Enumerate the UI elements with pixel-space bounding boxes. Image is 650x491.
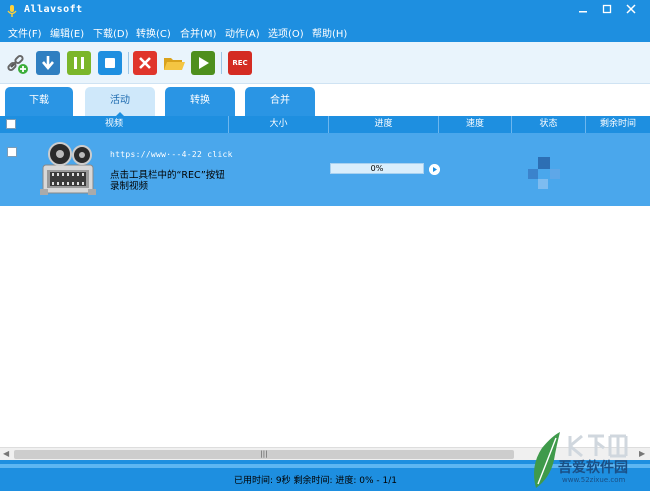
maximize-button[interactable] xyxy=(596,2,618,20)
menu-options[interactable]: 选项(O) xyxy=(268,25,304,40)
watermark-brand: 吾爱软件园 xyxy=(558,460,628,476)
row-checkbox[interactable] xyxy=(7,147,17,157)
menu-edit[interactable]: 编辑(E) xyxy=(50,25,84,40)
column-header: 视频 大小 进度 速度 状态 剩余时间 xyxy=(0,116,650,133)
play-icon xyxy=(199,57,209,69)
progress-bar: 0% xyxy=(330,163,424,174)
col-video[interactable]: 视频 xyxy=(0,116,229,133)
col-size[interactable]: 大小 xyxy=(229,116,329,133)
download-button[interactable] xyxy=(36,51,60,75)
watermark-download-text xyxy=(568,434,628,458)
col-remaining-time[interactable]: 剩余时间 xyxy=(586,116,650,133)
app-icon xyxy=(7,5,17,17)
add-link-button[interactable] xyxy=(6,51,30,75)
menu-file[interactable]: 文件(F) xyxy=(8,25,42,40)
tab-active[interactable]: 活动 xyxy=(85,87,155,117)
stop-button[interactable] xyxy=(98,51,122,75)
close-icon xyxy=(626,4,636,14)
record-hint: 点击工具栏中的“REC”按钮 录制视频 xyxy=(110,170,240,192)
play-button[interactable] xyxy=(191,51,215,75)
watermark-url: www.52zixue.com xyxy=(562,476,626,484)
toolbar-separator xyxy=(221,52,222,74)
col-status[interactable]: 状态 xyxy=(512,116,586,133)
pause-button[interactable] xyxy=(67,51,91,75)
video-recorder-icon xyxy=(40,142,96,195)
toolbar: REC xyxy=(0,42,650,84)
record-button[interactable]: REC xyxy=(228,51,252,75)
menu-download[interactable]: 下载(D) xyxy=(93,25,129,40)
maximize-icon xyxy=(602,4,612,14)
resume-play-icon[interactable] xyxy=(429,164,440,175)
delete-button[interactable] xyxy=(133,51,157,75)
tab-convert[interactable]: 转换 xyxy=(165,87,235,117)
toolbar-separator xyxy=(128,52,129,74)
table-row[interactable]: https://www·--4-22 click 点击工具栏中的“REC”按钮 … xyxy=(0,133,650,206)
rec-label: REC xyxy=(232,59,248,67)
link-add-icon xyxy=(7,54,28,74)
window-title: Allavsoft xyxy=(24,4,83,15)
tab-download[interactable]: 下载 xyxy=(5,87,73,117)
tab-strip: 下载 活动 转换 合并 xyxy=(0,84,650,117)
pause-icon xyxy=(74,57,84,69)
menu-bar: 文件(F) 编辑(E) 下载(D) 转换(C) 合并(M) 动作(A) 选项(O… xyxy=(0,22,650,42)
minimize-icon xyxy=(579,11,587,13)
progress-label: 0% xyxy=(370,164,384,173)
tab-merge[interactable]: 合并 xyxy=(245,87,315,117)
record-hint-line1: 点击工具栏中的“REC”按钮 xyxy=(110,170,225,181)
stop-icon xyxy=(105,58,115,68)
menu-convert[interactable]: 转换(C) xyxy=(136,25,171,40)
watermark: 吾爱软件园 www.52zixue.com xyxy=(528,430,650,491)
download-icon xyxy=(42,56,54,71)
menu-help[interactable]: 帮助(H) xyxy=(312,25,347,40)
open-folder-button[interactable] xyxy=(162,51,186,75)
status-loading-icon xyxy=(528,157,560,189)
folder-icon xyxy=(164,58,185,70)
close-button[interactable] xyxy=(620,2,642,20)
status-text: 已用时间: 9秒 剩余时间: 进度: 0% - 1/1 xyxy=(234,476,397,486)
title-bar: Allavsoft xyxy=(0,0,650,22)
menu-merge[interactable]: 合并(M) xyxy=(180,25,216,40)
col-speed[interactable]: 速度 xyxy=(439,116,512,133)
scrollbar-thumb[interactable]: ||| xyxy=(14,450,514,459)
record-hint-line2: 录制视频 xyxy=(110,181,149,192)
scrollbar-grip: ||| xyxy=(260,450,268,458)
menu-action[interactable]: 动作(A) xyxy=(225,25,260,40)
scroll-left-icon[interactable]: ◀ xyxy=(3,449,9,458)
delete-icon xyxy=(139,57,151,69)
video-url: https://www·--4-22 click xyxy=(110,150,233,159)
col-progress[interactable]: 进度 xyxy=(329,116,439,133)
minimize-button[interactable] xyxy=(572,2,594,20)
